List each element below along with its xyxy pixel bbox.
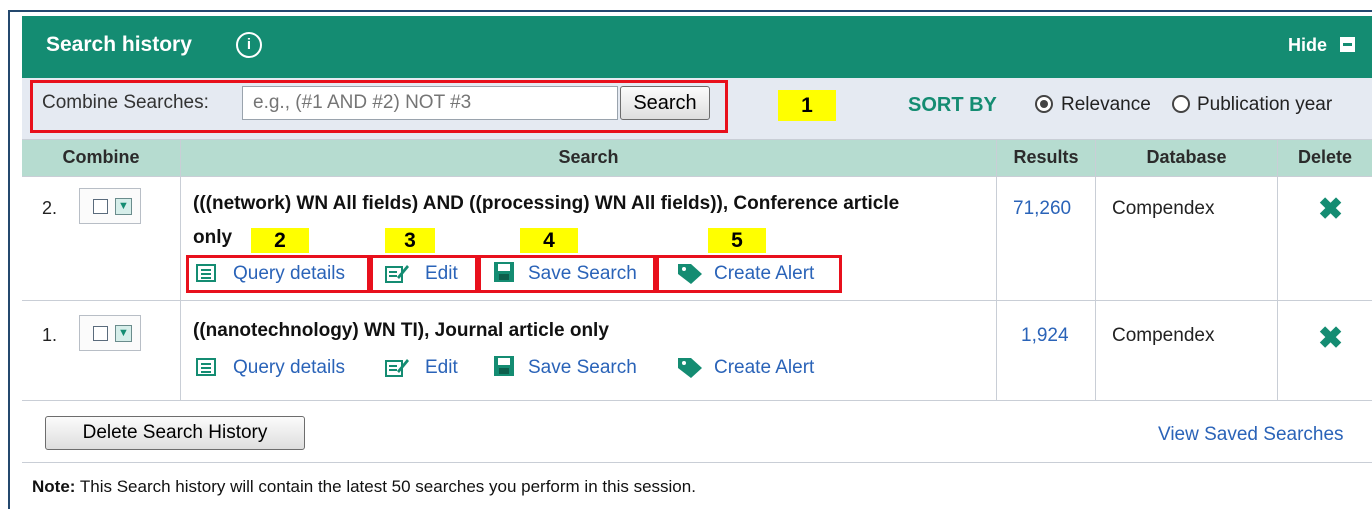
query-text: (((network) WN All fields) AND ((process… <box>193 193 900 214</box>
query-text: ((nanotechnology) WN TI), Journal articl… <box>193 320 609 341</box>
grid-line <box>1095 139 1096 400</box>
save-icon <box>494 356 514 376</box>
create-alert-link[interactable]: Create Alert <box>714 357 814 379</box>
results-count-link[interactable]: 71,260 <box>1013 198 1071 220</box>
query-details-icon <box>196 358 216 376</box>
search-history-header: Search history i Hide <box>22 16 1372 78</box>
combine-search-button[interactable]: Search <box>620 86 710 120</box>
history-note: Note: This Search history will contain t… <box>32 477 696 497</box>
save-icon <box>494 262 514 282</box>
combine-toolbar: Combine Searches: Search 1 SORT BY Relev… <box>22 78 1372 139</box>
dropdown-chevron-icon[interactable]: ▼ <box>115 198 132 215</box>
col-header-database: Database <box>1096 139 1277 176</box>
delete-search-history-button[interactable]: Delete Search History <box>45 416 305 450</box>
combine-checkbox[interactable] <box>93 326 108 341</box>
query-details-link[interactable]: Query details <box>233 263 345 285</box>
save-search-link[interactable]: Save Search <box>528 357 637 379</box>
alert-tag-icon <box>678 264 702 284</box>
note-label: Note: <box>32 477 76 496</box>
relevance-radio[interactable] <box>1035 95 1053 113</box>
col-header-combine: Combine <box>22 139 180 176</box>
create-alert-link[interactable]: Create Alert <box>714 263 814 285</box>
grid-line <box>180 139 181 400</box>
delete-x-icon[interactable]: ✖ <box>1318 195 1343 225</box>
panel-title: Search history <box>46 33 192 56</box>
combine-checkbox[interactable] <box>93 199 108 214</box>
grid-line <box>22 139 1372 140</box>
relevance-label: Relevance <box>1061 94 1151 115</box>
callout-5: 5 <box>708 228 766 253</box>
combine-searches-input[interactable] <box>242 86 618 120</box>
info-icon[interactable]: i <box>236 32 262 58</box>
combine-searches-label: Combine Searches: <box>42 92 209 113</box>
alert-tag-icon <box>678 358 702 378</box>
edit-icon <box>385 265 409 283</box>
grid-line <box>22 400 1372 401</box>
database-name: Compendex <box>1112 325 1215 346</box>
query-text-continued: only <box>193 227 233 248</box>
edit-icon <box>385 359 409 377</box>
edit-link[interactable]: Edit <box>425 263 458 285</box>
grid-line <box>22 462 1372 463</box>
col-header-search: Search <box>181 139 996 176</box>
note-text: This Search history will contain the lat… <box>75 477 696 496</box>
row-number: 2. <box>42 198 58 218</box>
query-details-icon <box>196 264 216 282</box>
grid-line <box>22 176 1372 177</box>
view-saved-searches-link[interactable]: View Saved Searches <box>1158 424 1344 446</box>
sort-by-label: SORT BY <box>908 94 997 116</box>
callout-2: 2 <box>251 228 309 253</box>
delete-x-icon[interactable]: ✖ <box>1318 324 1343 354</box>
combine-selector: ▼ <box>79 188 141 224</box>
grid-line <box>1277 139 1278 400</box>
publication-year-radio[interactable] <box>1172 95 1190 113</box>
callout-3: 3 <box>385 228 435 253</box>
save-search-link[interactable]: Save Search <box>528 263 637 285</box>
query-details-link[interactable]: Query details <box>233 357 345 379</box>
grid-line <box>996 139 997 400</box>
callout-1: 1 <box>778 90 836 121</box>
database-name: Compendex <box>1112 198 1215 219</box>
col-header-delete: Delete <box>1278 139 1372 176</box>
dropdown-chevron-icon[interactable]: ▼ <box>115 325 132 342</box>
hide-link[interactable]: Hide <box>1288 35 1327 56</box>
grid-line <box>22 300 1372 301</box>
collapse-icon[interactable] <box>1340 37 1355 52</box>
results-count-link[interactable]: 1,924 <box>1021 325 1069 347</box>
combine-selector: ▼ <box>79 315 141 351</box>
row-number: 1. <box>42 325 58 345</box>
col-header-results: Results <box>997 139 1095 176</box>
publication-year-label: Publication year <box>1197 94 1333 115</box>
edit-link[interactable]: Edit <box>425 357 458 379</box>
callout-4: 4 <box>520 228 578 253</box>
